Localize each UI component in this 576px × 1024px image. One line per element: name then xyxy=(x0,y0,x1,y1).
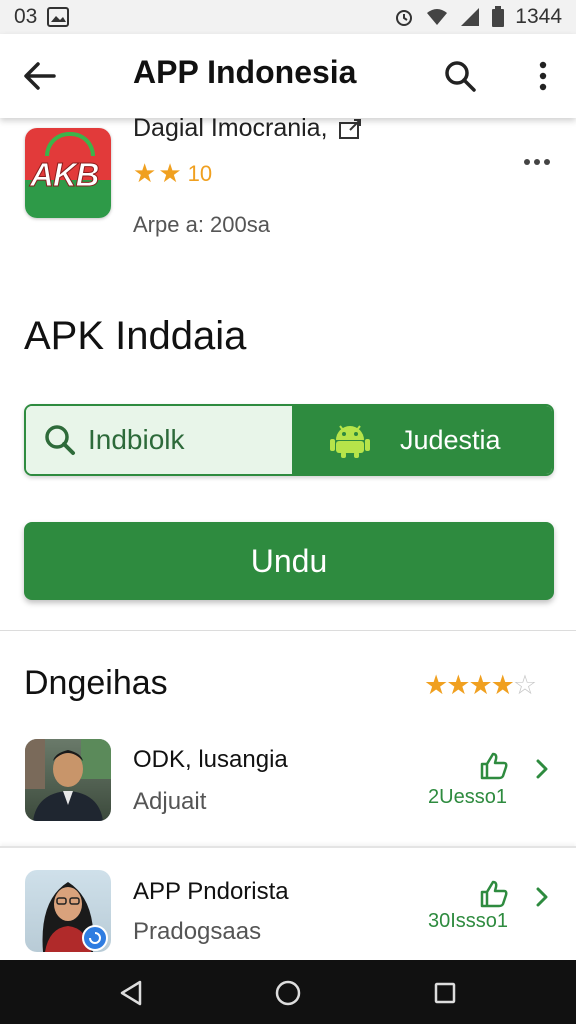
reviews-rating: ★★★★☆ xyxy=(424,670,537,701)
app-rating: ★ ★ 10 xyxy=(133,158,212,189)
star-icon: ★ xyxy=(158,158,182,188)
star-icon: ★ xyxy=(490,670,515,700)
review-subtitle: Adjuait xyxy=(133,788,207,815)
alarm-icon xyxy=(393,6,415,28)
search-split-bar: Indbiolk Judestia xyxy=(24,404,554,476)
review-subtitle: Pradogsaas xyxy=(133,918,262,945)
review-name: APP Pndorista xyxy=(133,878,289,905)
status-right: 1344 xyxy=(393,5,562,29)
nav-home-button[interactable] xyxy=(270,976,306,1010)
thumbs-up-icon xyxy=(480,880,508,908)
battery-icon xyxy=(491,6,505,28)
rating-value: 10 xyxy=(187,160,213,186)
review-count: 2Uesso1 xyxy=(428,786,507,808)
like-button[interactable] xyxy=(476,748,512,784)
search-button[interactable] xyxy=(440,56,480,96)
android-button[interactable]: Judestia xyxy=(292,406,552,474)
search-field[interactable]: Indbiolk xyxy=(26,406,292,474)
star-icon: ★ xyxy=(424,670,448,700)
overflow-button[interactable] xyxy=(520,152,554,172)
back-arrow-icon xyxy=(24,62,56,90)
status-bar: 03 1344 xyxy=(0,0,576,34)
back-button[interactable] xyxy=(20,56,60,96)
triangle-back-icon xyxy=(120,980,142,1006)
wifi-icon xyxy=(425,7,449,27)
nav-back-button[interactable] xyxy=(113,976,149,1010)
app-logo[interactable]: AKB xyxy=(25,128,111,218)
search-icon xyxy=(45,425,75,455)
app-bar: APP Indonesia xyxy=(0,34,576,118)
more-horizontal-icon xyxy=(524,159,550,165)
like-button[interactable] xyxy=(476,876,512,912)
status-time-right: 1344 xyxy=(515,5,562,28)
chevron-right-button[interactable] xyxy=(530,882,554,912)
section-title: APK Inddaia xyxy=(24,314,247,358)
android-button-label: Judestia xyxy=(400,424,501,455)
avatar xyxy=(25,870,111,952)
page-title: APP Indonesia xyxy=(133,54,357,90)
chevron-right-icon xyxy=(536,759,548,779)
status-time-left: 03 xyxy=(14,5,38,28)
star-icon: ★ xyxy=(446,670,470,700)
logo-arc xyxy=(45,132,95,156)
android-icon xyxy=(330,425,370,458)
square-recents-icon xyxy=(434,982,456,1004)
circle-home-icon xyxy=(275,980,301,1006)
chevron-right-button[interactable] xyxy=(530,754,554,784)
star-icon: ★ xyxy=(468,670,492,700)
share-icon[interactable] xyxy=(338,118,364,140)
status-left: 03 xyxy=(14,5,70,29)
avatar xyxy=(25,739,111,821)
reviews-title: Dngeihas xyxy=(24,664,168,702)
search-field-label: Indbiolk xyxy=(88,424,185,455)
app-meta: Arpe a: 200sa xyxy=(133,212,270,237)
signal-icon xyxy=(459,7,481,27)
navigation-bar xyxy=(0,960,576,1024)
list-item[interactable]: ODK, lusangia Adjuait 2Uesso1 xyxy=(0,728,576,840)
nav-recents-button[interactable] xyxy=(427,976,463,1010)
gallery-icon xyxy=(47,7,70,27)
divider xyxy=(0,630,576,631)
logo-text: AKB xyxy=(30,156,100,194)
download-button-label: Undu xyxy=(250,542,328,579)
star-outline-icon: ☆ xyxy=(512,670,537,700)
search-icon xyxy=(445,61,476,92)
download-button[interactable]: Undu xyxy=(24,522,554,600)
more-options-button[interactable] xyxy=(528,56,558,96)
more-vertical-icon xyxy=(539,61,547,91)
app-header: AKB Dagial Imocrania, ★ ★ 10 Arpe a: 200… xyxy=(0,114,576,288)
app-name-text: Dagial Imocrania, xyxy=(133,114,328,142)
review-count: 30Issso1 xyxy=(428,910,509,932)
app-name: Dagial Imocrania, xyxy=(133,114,364,143)
list-item[interactable]: APP Pndorista Pradogsaas 30Issso1 xyxy=(0,846,576,960)
thumbs-up-icon xyxy=(480,752,508,780)
star-icon: ★ xyxy=(133,158,157,188)
chevron-right-icon xyxy=(536,887,548,907)
review-name: ODK, lusangia xyxy=(133,746,288,773)
